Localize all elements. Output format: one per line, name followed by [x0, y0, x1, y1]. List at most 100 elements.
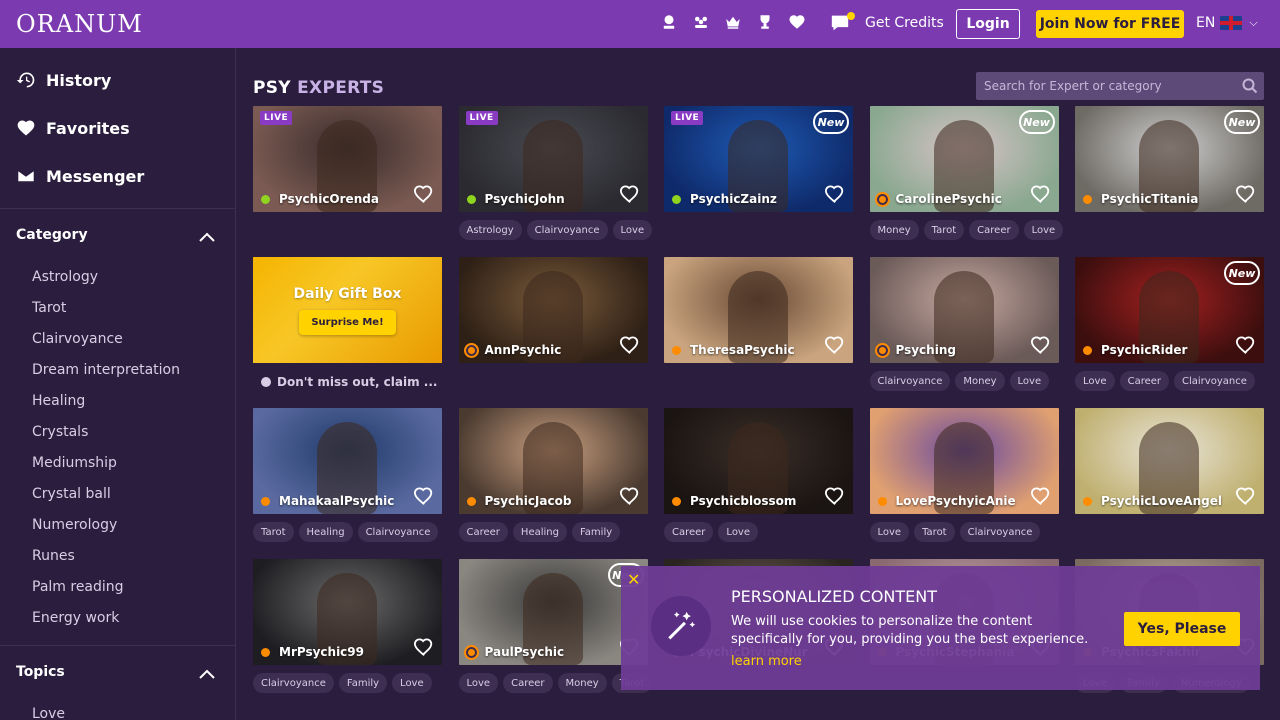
category-tag[interactable]: Money — [955, 371, 1005, 391]
category-tag[interactable]: Love — [392, 673, 432, 693]
category-tag[interactable]: Tarot — [914, 522, 955, 542]
psychic-icon[interactable] — [660, 13, 678, 31]
category-tag[interactable]: Healing — [298, 522, 353, 542]
category-item-numerology[interactable]: Numerology — [0, 509, 235, 540]
sidebar-item-favorites[interactable]: Favorites — [0, 104, 235, 152]
category-item-healing[interactable]: Healing — [0, 385, 235, 416]
expert-thumbnail[interactable]: LIVE PsychicOrenda — [253, 106, 442, 212]
community-icon[interactable] — [692, 13, 710, 31]
category-tag[interactable]: Career — [458, 522, 508, 542]
expert-card[interactable]: LIVE PsychicOrenda — [253, 106, 442, 257]
category-tag[interactable]: Healing — [512, 522, 567, 542]
category-tag[interactable]: Clairvoyance — [253, 673, 334, 693]
category-item-crystal-ball[interactable]: Crystal ball — [0, 478, 235, 509]
category-item-tarot[interactable]: Tarot — [0, 292, 235, 323]
favorite-heart-icon[interactable] — [619, 486, 641, 506]
expert-thumbnail[interactable]: LIVE New PsychicZainz — [664, 106, 853, 212]
favorite-heart-icon[interactable] — [619, 335, 641, 355]
favorite-heart-icon[interactable] — [824, 486, 846, 506]
expert-card[interactable]: NewPaulPsychic LoveCareerMoneyTarot — [458, 559, 653, 710]
favorite-heart-icon[interactable] — [1235, 184, 1257, 204]
expert-thumbnail[interactable]: NewPaulPsychic — [458, 559, 648, 665]
expert-thumbnail[interactable]: MrPsychic99 — [253, 559, 442, 665]
favorite-heart-icon[interactable] — [413, 486, 435, 506]
expert-card[interactable]: PsychicJacob Career Healing Family — [458, 408, 648, 559]
expert-thumbnail[interactable]: Psyching — [869, 257, 1059, 363]
category-item-runes[interactable]: Runes — [0, 540, 235, 571]
category-tag[interactable]: Money — [869, 220, 919, 240]
expert-thumbnail[interactable]: New CarolinePsychic — [869, 106, 1059, 212]
sidebar-item-messenger[interactable]: Messenger — [0, 152, 235, 200]
surprise-me-button[interactable]: Surprise Me! — [299, 309, 396, 335]
favorite-heart-icon[interactable] — [824, 184, 846, 204]
expert-card[interactable]: LIVE PsychicJohn Astrology Clairvoyance Love — [458, 106, 653, 257]
category-tag[interactable]: Clairvoyance — [1174, 371, 1255, 391]
favorite-heart-icon[interactable] — [413, 637, 435, 657]
category-tag[interactable]: Tarot — [923, 220, 965, 240]
expert-thumbnail[interactable]: PsychicJacob — [458, 408, 648, 514]
expert-thumbnail[interactable]: Psychicblossom — [664, 408, 853, 514]
learn-more-link[interactable]: learn more — [731, 654, 802, 669]
get-credits-link[interactable]: Get Credits — [865, 15, 944, 31]
expert-card[interactable]: MrPsychic99 Clairvoyance Family Love — [253, 559, 442, 710]
sidebar-item-history[interactable]: History — [0, 56, 235, 104]
language-selector[interactable]: EN ⌵ — [1196, 15, 1258, 31]
category-tag[interactable]: Love — [718, 522, 759, 542]
category-tag[interactable]: Love — [1009, 371, 1050, 391]
oranum-logo[interactable]: ORANUM — [16, 10, 143, 38]
close-icon[interactable]: ✕ — [627, 570, 640, 589]
daily-gift-card[interactable]: Daily Gift Box Surprise Me! Don't miss o… — [253, 257, 442, 408]
category-tag[interactable]: Family — [338, 673, 388, 693]
expert-card[interactable]: AnnPsychic — [458, 257, 648, 408]
favorite-heart-icon[interactable] — [413, 184, 435, 204]
expert-card[interactable]: Psyching Clairvoyance Money Love — [869, 257, 1059, 408]
expert-card[interactable]: New PsychicTitania — [1075, 106, 1264, 257]
heart-icon[interactable] — [788, 13, 806, 31]
expert-card[interactable]: LIVE New PsychicZainz — [664, 106, 853, 257]
search-icon[interactable] — [1242, 78, 1258, 94]
category-item-energy-work[interactable]: Energy work — [0, 602, 235, 633]
category-tag[interactable]: Money — [557, 673, 607, 693]
category-item-palm-reading[interactable]: Palm reading — [0, 571, 235, 602]
expert-thumbnail[interactable]: New PsychicTitania — [1075, 106, 1264, 212]
category-tag[interactable]: Love — [458, 673, 499, 693]
expert-card[interactable]: LovePsychyicAnie Love Tarot Clairvoyance — [869, 408, 1059, 559]
expert-card[interactable]: New PsychicRider Love Career Clairvoyance — [1075, 257, 1264, 408]
trophy-icon[interactable] — [756, 13, 774, 31]
category-item-mediumship[interactable]: Mediumship — [0, 447, 235, 478]
login-button[interactable]: Login — [956, 9, 1020, 39]
search-input[interactable] — [984, 79, 1234, 93]
expert-thumbnail[interactable]: LovePsychyicAnie — [869, 408, 1059, 514]
gift-box-banner[interactable]: Daily Gift Box Surprise Me! — [253, 257, 442, 363]
category-tag[interactable]: Clairvoyance — [869, 371, 951, 391]
category-tag[interactable]: Clairvoyance — [526, 220, 608, 240]
favorite-heart-icon[interactable] — [619, 184, 641, 204]
category-tag[interactable]: Career — [969, 220, 1019, 240]
category-tag[interactable]: Love — [612, 220, 653, 240]
category-tag[interactable]: Love — [869, 522, 910, 542]
expert-card[interactable]: New CarolinePsychic Money Tarot Career Love — [869, 106, 1064, 257]
favorite-heart-icon[interactable] — [1030, 486, 1052, 506]
category-tag[interactable]: Career — [664, 522, 714, 542]
favorite-heart-icon[interactable] — [1030, 335, 1052, 355]
join-now-button[interactable]: Join Now for FREE — [1036, 10, 1184, 38]
expert-thumbnail[interactable]: LIVE PsychicJohn — [458, 106, 648, 212]
expert-card[interactable]: TheresaPsychic — [664, 257, 853, 408]
expert-thumbnail[interactable]: AnnPsychic — [458, 257, 648, 363]
favorite-heart-icon[interactable] — [1235, 486, 1257, 506]
favorite-heart-icon[interactable] — [1030, 184, 1052, 204]
favorite-heart-icon[interactable] — [824, 335, 846, 355]
accept-cookies-button[interactable]: Yes, Please — [1124, 612, 1240, 646]
expert-thumbnail[interactable]: TheresaPsychic — [664, 257, 853, 363]
expert-card[interactable]: PsychicLoveAngel — [1075, 408, 1264, 559]
category-tag[interactable]: Clairvoyance — [357, 522, 439, 542]
category-item-astrology[interactable]: Astrology — [0, 261, 235, 292]
expert-thumbnail[interactable]: PsychicLoveAngel — [1075, 408, 1264, 514]
expert-thumbnail[interactable]: MahakaalPsychic — [253, 408, 442, 514]
crown-icon[interactable] — [724, 13, 742, 31]
category-tag[interactable]: Clairvoyance — [959, 522, 1041, 542]
category-item-clairvoyance[interactable]: Clairvoyance — [0, 323, 235, 354]
topics-section-toggle[interactable]: Topics — [0, 646, 235, 698]
favorite-heart-icon[interactable] — [1235, 335, 1257, 355]
category-section-toggle[interactable]: Category — [0, 209, 235, 261]
